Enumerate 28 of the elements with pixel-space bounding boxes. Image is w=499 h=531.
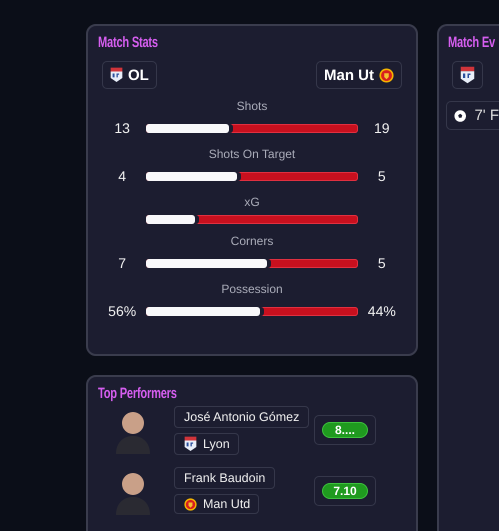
event-row: 7' F [446, 101, 499, 130]
home-value: 56% [108, 303, 136, 319]
team-chip: Man Ut [316, 61, 402, 89]
team-chip: OL [102, 61, 157, 89]
away-value: 19 [374, 120, 390, 136]
away-value: 44% [368, 303, 396, 319]
rating-pill: 8.... [322, 422, 368, 438]
stat-label: Possession [221, 282, 283, 296]
rating-pill: 7.10 [322, 482, 368, 499]
crest-icon [379, 68, 394, 82]
card-title: Match Ev [448, 34, 495, 51]
team-chip: Man Utd [174, 494, 260, 514]
card-title: Top Performers [98, 385, 177, 402]
stat-label: Shots On Target [208, 147, 296, 161]
away-value: 5 [378, 168, 386, 184]
away-value: 5 [378, 255, 386, 271]
soccer-ball-icon [454, 108, 466, 122]
home-value: 4 [118, 168, 126, 184]
team-chip: Lyon [174, 433, 239, 455]
stat-label: Shots [236, 99, 268, 113]
stat-label: xG [244, 195, 260, 209]
player-name: Frank Baudoin [174, 467, 276, 490]
crest-icon [184, 498, 197, 511]
player-name: José Antonio Gómez [174, 406, 310, 428]
home-value: 7 [118, 255, 126, 271]
stat-label: Corners [230, 234, 274, 248]
card-title: Match Stats [98, 34, 158, 51]
home-value: 13 [114, 120, 130, 136]
